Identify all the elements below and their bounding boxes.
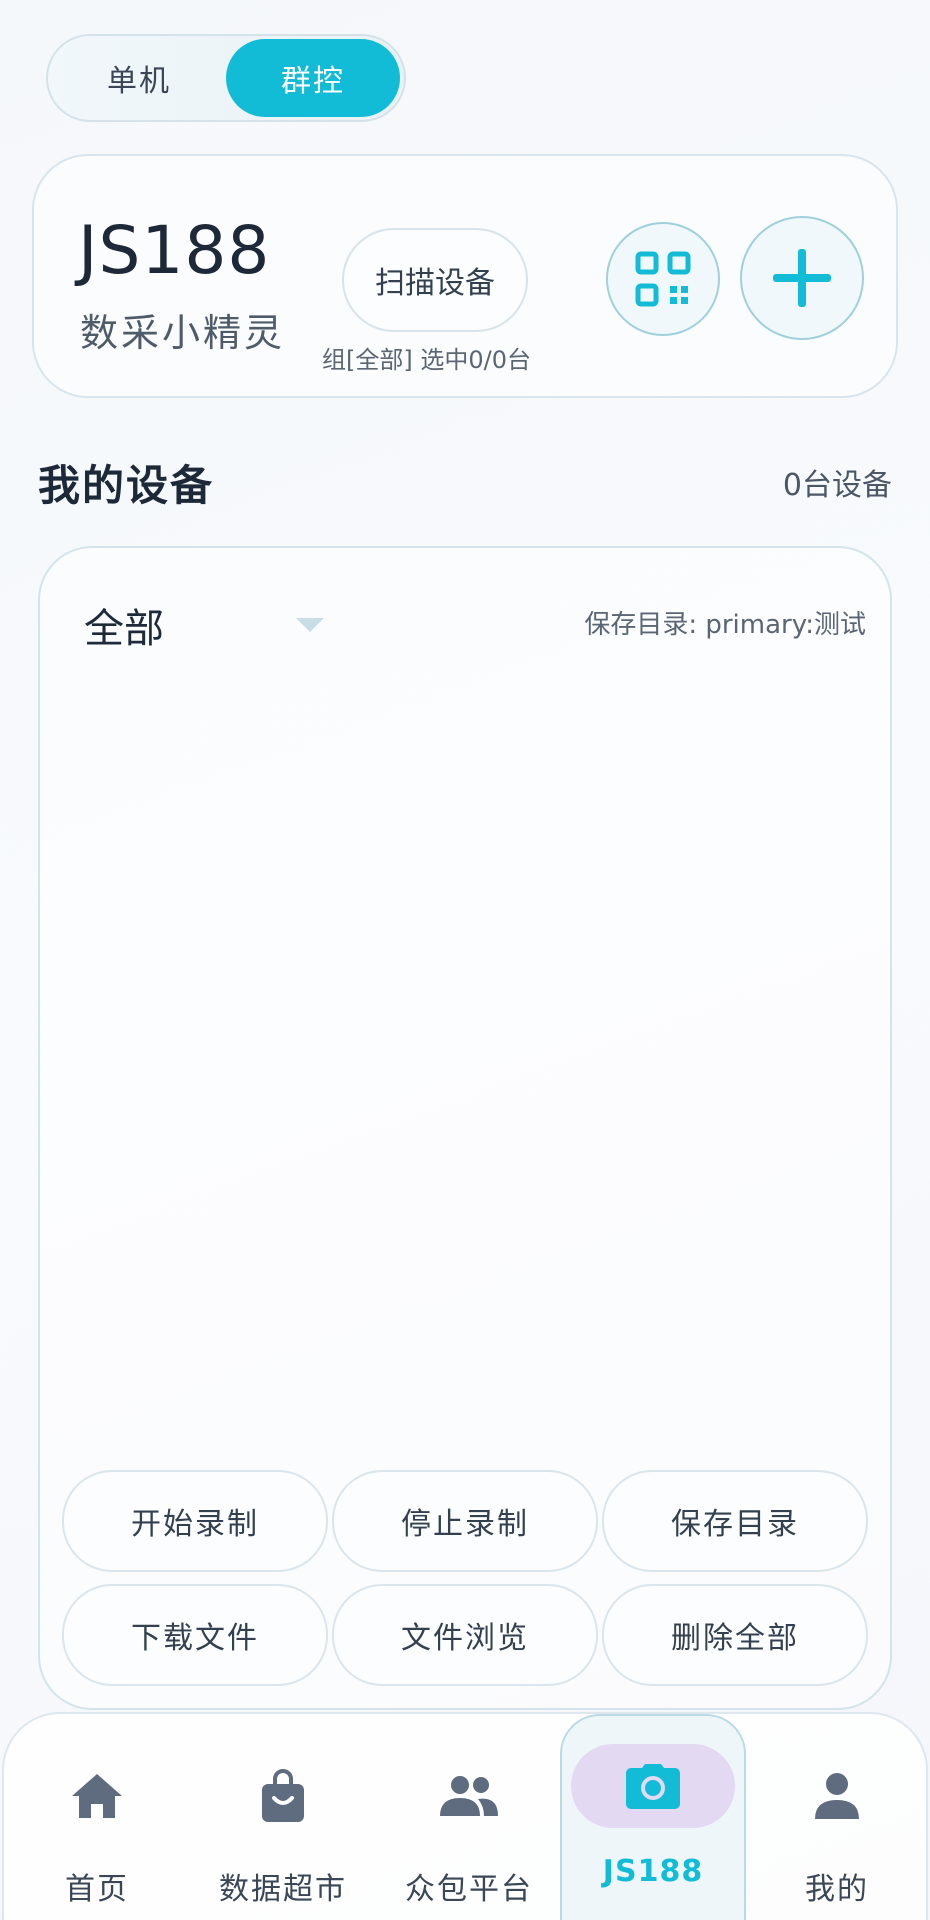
nav-data-market[interactable]: 数据超市 — [190, 1714, 376, 1920]
group-selection-info: 组[全部] 选中0/0台 — [322, 346, 531, 374]
group-dropdown-value: 全部 — [84, 606, 164, 652]
stop-recording-button[interactable]: 停止录制 — [332, 1470, 598, 1572]
device-panel: 全部 保存目录: primary:测试 开始录制 停止录制 保存目录 下载文件 … — [38, 546, 892, 1710]
camera-icon — [626, 1764, 680, 1809]
shopping-bag-icon — [262, 1769, 304, 1822]
chevron-down-icon — [296, 618, 324, 632]
save-directory-button[interactable]: 保存目录 — [602, 1470, 868, 1572]
nav-js188[interactable]: JS188 — [560, 1714, 746, 1920]
nav-home-label: 首页 — [65, 1872, 129, 1907]
scan-devices-button[interactable]: 扫描设备 — [342, 228, 528, 332]
nav-data-market-label: 数据超市 — [219, 1872, 347, 1907]
device-control-card: JS188 数采小精灵 扫描设备 组[全部] 选中0/0台 — [32, 154, 898, 398]
device-count: 0台设备 — [782, 468, 892, 503]
nav-home[interactable]: 首页 — [4, 1714, 190, 1920]
group-dropdown[interactable]: 全部 — [84, 596, 324, 654]
action-buttons: 开始录制 停止录制 保存目录 下载文件 文件浏览 删除全部 — [62, 1470, 868, 1686]
nav-profile[interactable]: 我的 — [746, 1714, 928, 1920]
qr-code-icon — [635, 251, 691, 307]
save-directory-label: 保存目录: primary:测试 — [584, 610, 866, 640]
mode-single-button[interactable]: 单机 — [52, 39, 226, 117]
delete-all-button[interactable]: 删除全部 — [602, 1584, 868, 1686]
start-recording-button[interactable]: 开始录制 — [62, 1470, 328, 1572]
bottom-nav: 首页 数据超市 众包平台 JS188 我的 — [2, 1712, 928, 1920]
person-icon — [815, 1773, 859, 1819]
home-icon — [72, 1774, 122, 1818]
mode-group-button[interactable]: 群控 — [226, 39, 400, 117]
mode-toggle: 单机 群控 — [46, 34, 406, 122]
nav-js188-label: JS188 — [602, 1854, 704, 1889]
plus-icon — [773, 249, 831, 307]
nav-crowdsource-label: 众包平台 — [405, 1872, 533, 1907]
my-devices-title: 我的设备 — [38, 461, 215, 510]
nav-crowdsource[interactable]: 众包平台 — [376, 1714, 562, 1920]
brand-subtitle: 数采小精灵 — [80, 311, 286, 355]
qr-code-button[interactable] — [606, 222, 720, 336]
brand-title: JS188 — [78, 212, 271, 289]
nav-profile-label: 我的 — [805, 1872, 869, 1907]
browse-files-button[interactable]: 文件浏览 — [332, 1584, 598, 1686]
add-device-button[interactable] — [740, 216, 864, 340]
download-files-button[interactable]: 下载文件 — [62, 1584, 328, 1686]
people-icon — [440, 1776, 498, 1816]
